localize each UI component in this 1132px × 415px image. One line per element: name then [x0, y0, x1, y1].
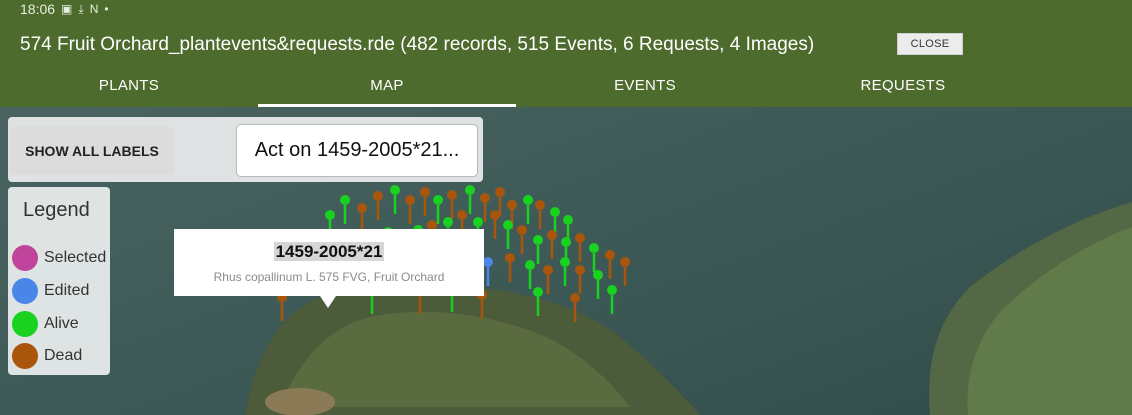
alive-pin-icon[interactable] — [433, 195, 443, 205]
alive-pin-icon[interactable] — [533, 235, 543, 245]
edited-pin-icon[interactable] — [483, 257, 493, 267]
n-icon: N — [89, 2, 99, 16]
close-button[interactable]: CLOSE — [897, 33, 963, 55]
legend-label: Alive — [44, 315, 79, 332]
alive-dot-icon — [12, 311, 38, 337]
alive-pin-icon[interactable] — [560, 257, 570, 267]
popup-subtitle: Rhus copallinum L. 575 FVG, Fruit Orchar… — [213, 270, 445, 284]
dead-pin-icon[interactable] — [405, 195, 415, 205]
legend-label: Edited — [44, 282, 90, 299]
tab-events[interactable]: EVENTS — [516, 66, 774, 104]
legend-item-selected: Selected — [12, 245, 106, 271]
alive-pin-icon[interactable] — [563, 215, 573, 225]
tab-bar: PLANTS MAP EVENTS REQUESTS — [0, 66, 1132, 104]
alive-pin-icon[interactable] — [523, 195, 533, 205]
tab-plants[interactable]: PLANTS — [0, 66, 258, 104]
dot-icon: • — [104, 2, 109, 16]
dead-pin-icon[interactable] — [570, 293, 580, 303]
alive-pin-icon[interactable] — [390, 185, 400, 195]
alive-pin-icon[interactable] — [525, 260, 535, 270]
alive-pin-icon[interactable] — [340, 195, 350, 205]
dead-pin-icon[interactable] — [535, 200, 545, 210]
tab-requests[interactable]: REQUESTS — [774, 66, 1032, 104]
dead-pin-icon[interactable] — [447, 190, 457, 200]
status-bar: 18:06 ▣ ⤓ N • — [20, 0, 109, 18]
dead-pin-icon[interactable] — [507, 200, 517, 210]
dead-pin-icon[interactable] — [373, 191, 383, 201]
download-icon: ⤓ — [78, 1, 84, 16]
legend-label: Dead — [44, 347, 83, 364]
dead-pin-icon[interactable] — [490, 210, 500, 220]
alive-pin-icon[interactable] — [503, 220, 513, 230]
dead-pin-icon[interactable] — [620, 257, 630, 267]
alive-pin-icon[interactable] — [607, 285, 617, 295]
alive-pin-icon[interactable] — [550, 207, 560, 217]
act-on-button[interactable]: Act on 1459-2005*21... — [236, 124, 478, 177]
dead-pin-icon[interactable] — [420, 187, 430, 197]
legend-item-edited: Edited — [12, 278, 89, 304]
image-icon: ▣ — [61, 2, 73, 16]
legend-title: Legend — [23, 199, 90, 221]
alive-pin-icon[interactable] — [533, 287, 543, 297]
legend-item-alive: Alive — [12, 311, 79, 337]
alive-pin-icon[interactable] — [593, 270, 603, 280]
alive-pin-icon[interactable] — [443, 217, 453, 227]
dead-pin-icon[interactable] — [495, 187, 505, 197]
alive-pin-icon[interactable] — [325, 210, 335, 220]
island-sand — [265, 388, 335, 415]
legend-label: Selected — [44, 249, 107, 266]
show-all-labels-button[interactable]: SHOW ALL LABELS — [10, 127, 174, 175]
dead-pin-icon[interactable] — [605, 250, 615, 260]
popup-title: 1459-2005*21 — [273, 242, 385, 261]
edited-dot-icon — [12, 278, 38, 304]
dead-pin-icon[interactable] — [575, 233, 585, 243]
dead-pin-icon[interactable] — [457, 210, 467, 220]
status-time: 18:06 — [20, 1, 56, 17]
selected-dot-icon — [12, 245, 38, 271]
tab-map[interactable]: MAP — [258, 66, 516, 104]
alive-pin-icon[interactable] — [473, 217, 483, 227]
plant-info-popup[interactable]: 1459-2005*21 Rhus copallinum L. 575 FVG,… — [174, 229, 484, 296]
dead-pin-icon[interactable] — [543, 265, 553, 275]
dead-pin-icon[interactable] — [547, 230, 557, 240]
dead-dot-icon — [12, 343, 38, 369]
dead-pin-icon[interactable] — [575, 265, 585, 275]
file-title: 574 Fruit Orchard_plantevents&requests.r… — [20, 34, 815, 55]
dead-pin-icon[interactable] — [480, 193, 490, 203]
alive-pin-icon[interactable] — [465, 185, 475, 195]
alive-pin-icon[interactable] — [561, 237, 571, 247]
popup-pointer — [320, 296, 336, 308]
alive-pin-icon[interactable] — [589, 243, 599, 253]
dead-pin-icon[interactable] — [517, 225, 527, 235]
legend-item-dead: Dead — [12, 343, 82, 369]
dead-pin-icon[interactable] — [505, 253, 515, 263]
dead-pin-icon[interactable] — [357, 203, 367, 213]
